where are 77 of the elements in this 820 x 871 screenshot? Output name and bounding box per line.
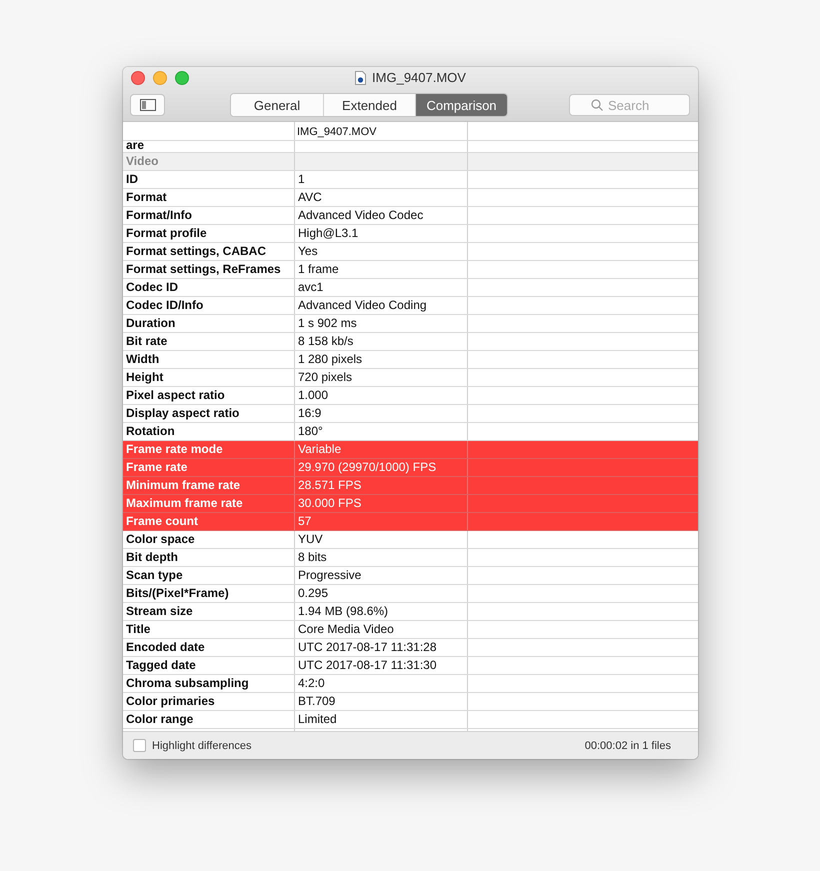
row-label: Display aspect ratio bbox=[126, 406, 240, 420]
row-value: BT.709 bbox=[298, 694, 336, 708]
row-label: Codec ID bbox=[126, 280, 178, 294]
row-label: Rotation bbox=[126, 424, 175, 438]
close-button[interactable] bbox=[131, 71, 145, 85]
row-label: Height bbox=[126, 370, 164, 384]
row-label: ID bbox=[126, 172, 138, 186]
row-label: Format bbox=[126, 190, 167, 204]
sidebar-button[interactable] bbox=[130, 94, 165, 116]
section-label: Video bbox=[126, 154, 158, 168]
row-value: avc1 bbox=[298, 280, 324, 294]
status-text: 00:00:02 in 1 files bbox=[584, 740, 671, 752]
column-header: IMG_9407.MOV bbox=[295, 122, 468, 140]
sidebar-icon bbox=[140, 99, 156, 111]
row-value: 28.571 FPS bbox=[298, 478, 362, 492]
row-value: Yes bbox=[298, 244, 318, 258]
row-label: Width bbox=[126, 352, 160, 366]
row-value: 1.94 MB (98.6%) bbox=[298, 604, 388, 618]
row-label: Chroma subsampling bbox=[126, 676, 249, 690]
row-value: Advanced Video Coding bbox=[298, 298, 427, 312]
row-label: Bit rate bbox=[126, 334, 168, 348]
checkbox[interactable] bbox=[133, 739, 146, 752]
row-label: Format settings, ReFrames bbox=[126, 262, 281, 276]
row-label: Codec ID/Info bbox=[126, 298, 204, 312]
row-value: 1 280 pixels bbox=[298, 352, 362, 366]
row-value: 8 bits bbox=[298, 550, 327, 564]
checkbox-label: Highlight differences bbox=[152, 740, 252, 752]
row-value: 4:2:0 bbox=[298, 676, 325, 690]
row-label: Color primaries bbox=[126, 694, 215, 708]
row-value: YUV bbox=[298, 532, 323, 546]
row-value: 1 frame bbox=[298, 262, 339, 276]
row-value: Core Media Video bbox=[298, 622, 394, 636]
row-label: Frame rate mode bbox=[126, 442, 223, 456]
minimize-button[interactable] bbox=[153, 71, 167, 85]
row-value: 1.000 bbox=[298, 388, 328, 402]
row-value: 16:9 bbox=[298, 406, 322, 420]
row-label: Minimum frame rate bbox=[126, 478, 240, 492]
row-label: Bit depth bbox=[126, 550, 178, 564]
row-label: Format profile bbox=[126, 226, 207, 240]
row-value: UTC 2017-08-17 11:31:30 bbox=[298, 658, 437, 672]
tab[interactable]: Comparison bbox=[415, 94, 507, 116]
row-value: 1 bbox=[298, 172, 305, 186]
zoom-button[interactable] bbox=[175, 71, 189, 85]
row-label: Pixel aspect ratio bbox=[126, 388, 225, 402]
row-label: Color space bbox=[126, 532, 195, 546]
row-label: Title bbox=[126, 622, 150, 636]
row-value: UTC 2017-08-17 11:31:28 bbox=[298, 640, 437, 654]
row-value: AVC bbox=[298, 190, 322, 204]
row-value: 720 pixels bbox=[298, 370, 352, 384]
row-label: Frame rate bbox=[126, 460, 188, 474]
row-label: Frame count bbox=[126, 514, 198, 528]
row-value: 180° bbox=[298, 424, 323, 438]
row-label: are bbox=[126, 141, 144, 150]
row-value: 1 s 902 ms bbox=[298, 316, 357, 330]
row-value: 30.000 FPS bbox=[298, 496, 362, 510]
row-label: Bits/(Pixel*Frame) bbox=[126, 586, 229, 600]
window-title: IMG_9407.MOV bbox=[372, 70, 466, 85]
search-field[interactable]: Search bbox=[569, 94, 690, 116]
row-value: Limited bbox=[298, 712, 337, 726]
row-value: High@L3.1 bbox=[298, 226, 358, 240]
row-value: Advanced Video Codec bbox=[298, 208, 424, 222]
row-label: Tagged date bbox=[126, 658, 196, 672]
row-label: Duration bbox=[126, 316, 176, 330]
row-label: Color range bbox=[126, 712, 194, 726]
row-label: Format settings, CABAC bbox=[126, 244, 266, 258]
row-value: 57 bbox=[298, 514, 312, 528]
row-value: 8 158 kb/s bbox=[298, 334, 354, 348]
row-value: 29.970 (29970/1000) FPS bbox=[298, 460, 436, 474]
row-value: Progressive bbox=[298, 568, 362, 582]
row-label: Scan type bbox=[126, 568, 183, 582]
row-label: Stream size bbox=[126, 604, 193, 618]
row-label: Encoded date bbox=[126, 640, 205, 654]
row-value: Variable bbox=[298, 442, 342, 456]
document-icon bbox=[355, 70, 366, 84]
row-label: Maximum frame rate bbox=[126, 496, 243, 510]
row-value: 0.295 bbox=[298, 586, 328, 600]
row-label: Format/Info bbox=[126, 208, 192, 222]
